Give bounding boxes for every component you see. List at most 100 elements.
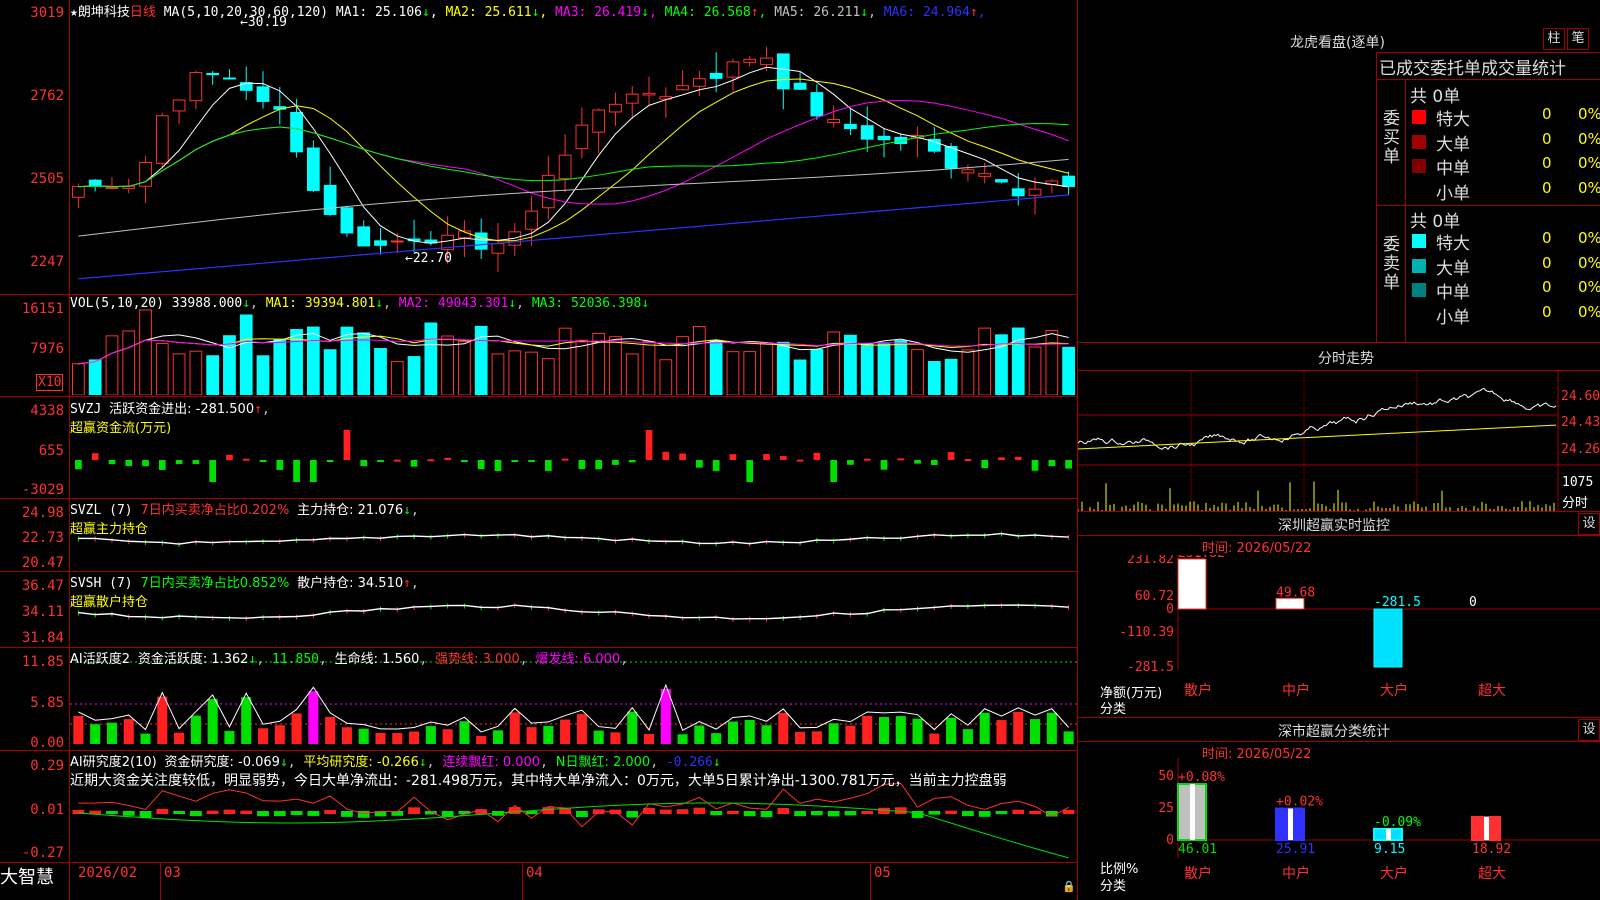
ma-values: MA1: 25.106↓, MA2: 25.611↓, MA3: 26.419↓…	[336, 5, 986, 20]
row-value: 0	[1542, 105, 1552, 123]
brand-label[interactable]: 大智慧	[0, 863, 54, 889]
flow-bar	[964, 459, 972, 462]
class-bar-shine	[1288, 808, 1293, 840]
row-percent: 0%	[1578, 302, 1600, 321]
activity-bar	[627, 711, 638, 744]
research-bar	[978, 811, 991, 817]
class-bar-shine	[1484, 816, 1489, 840]
activity-bar	[727, 721, 738, 744]
activity-bar	[341, 727, 352, 744]
flow-bar	[595, 460, 603, 470]
class-settings-button[interactable]: 设	[1578, 719, 1600, 741]
flow-bar	[847, 460, 854, 465]
activity-bar	[442, 729, 453, 744]
lock-icon[interactable]: 🔒	[1062, 880, 1076, 893]
monitor-settings-button[interactable]: 设	[1578, 513, 1600, 535]
candle-body	[525, 210, 538, 230]
flow-bar	[175, 460, 183, 464]
activity-bar	[795, 731, 806, 744]
flow-bar	[746, 460, 754, 482]
y-tick: 22.73	[21, 530, 64, 546]
volume-bar	[894, 340, 908, 395]
monitor-category: 超大	[1478, 683, 1506, 699]
vol-header: VOL(5,10,20) 33988.000↓, MA1: 39394.801↓…	[70, 296, 650, 311]
sell-group-label: 委卖单	[1383, 235, 1400, 293]
research-bar	[844, 811, 857, 816]
buy-total: 共 0单	[1410, 87, 1461, 107]
volume-bar	[172, 353, 186, 395]
fs-ytick: 24.43	[1561, 415, 1600, 430]
row-label: 小单	[1436, 183, 1470, 204]
class-category: 超大	[1478, 866, 1506, 882]
activity-bar	[828, 723, 839, 744]
candle-body	[877, 135, 891, 141]
research-bar	[928, 811, 941, 815]
stock-name[interactable]: 朗坤科技	[78, 5, 130, 20]
y-tick: 0.01	[30, 802, 64, 818]
svzj-label: SVZJ	[70, 402, 102, 417]
volume-bar	[944, 358, 958, 395]
volume-bar	[642, 341, 656, 395]
ai2-label: AI活跃度2	[70, 652, 130, 667]
period-label[interactable]: 日线	[130, 5, 156, 20]
candle-body	[72, 186, 85, 198]
flow-bar	[427, 459, 435, 462]
svzl-ratio: 7日内买卖净占比0.202%	[140, 503, 290, 518]
monitor-bar-value: 0	[1469, 595, 1477, 610]
row-label: 中单	[1436, 159, 1470, 179]
legend-swatch	[1412, 258, 1426, 273]
class-category: 大户	[1380, 865, 1408, 882]
candle-body	[944, 145, 958, 169]
activity-bar	[476, 735, 487, 744]
row-percent: 0%	[1578, 278, 1600, 296]
candlestick-chart[interactable]: ←30.19←22.70	[70, 0, 1077, 293]
candle-body	[743, 58, 757, 63]
ai2-header: AI活跃度2 资金活跃度: 1.362↓, 11.850, 生命线: 1.560…	[70, 652, 629, 667]
candle-body	[474, 232, 488, 250]
svsh-header: SVSH (7) 7日内买卖净占比0.852% 散户持仓: 34.510↑, 超…	[70, 576, 419, 610]
x-tick-mark	[870, 862, 871, 900]
class-chart[interactable]: 7550250+0.08%46.01散户+0.02%25.91中户-0.09%9…	[1078, 758, 1600, 900]
x-tick: 03	[164, 865, 181, 881]
legend-swatch	[1412, 134, 1426, 149]
fenshi-chart[interactable]	[1078, 371, 1600, 511]
activity-bar	[996, 720, 1007, 744]
candle-body	[827, 118, 841, 124]
activity-bar	[291, 713, 302, 744]
x-tick-mark	[160, 862, 161, 900]
research-bar	[156, 808, 169, 814]
volume-bar	[877, 343, 891, 395]
activity-bar	[660, 689, 671, 744]
candle-body	[390, 240, 404, 243]
volume-bar	[72, 363, 85, 395]
flow-bar	[1065, 460, 1072, 469]
stat-title: 已成交委托单成交量统计	[1379, 59, 1566, 79]
flow-bar	[830, 460, 837, 482]
y-tick: -0.27	[21, 845, 64, 861]
research-bar	[626, 811, 639, 818]
ai3-d: N日飘红: 2.000	[555, 755, 651, 770]
candle-body	[155, 115, 169, 164]
ai3-b: 平均研究度: -0.266	[303, 755, 419, 770]
y-tick: 0.29	[30, 758, 64, 774]
row-label: 特大	[1436, 110, 1470, 130]
research-bar	[324, 810, 337, 814]
activity-bar	[576, 714, 587, 744]
tick-view-button[interactable]: 笔	[1567, 28, 1589, 50]
monitor-title: 深圳超赢实时监控	[1278, 518, 1390, 534]
bar-view-button[interactable]: 柱	[1543, 28, 1565, 50]
volume-bar	[659, 359, 673, 395]
fs-ytick: 24.60	[1561, 389, 1600, 404]
research-bar	[122, 811, 135, 816]
volume-bar	[189, 350, 203, 395]
monitor-time: 时间: 2026/05/22	[1202, 541, 1312, 556]
candle-body	[995, 179, 1008, 183]
divider	[0, 862, 1078, 863]
activity-bar	[962, 729, 973, 744]
volume-bar	[709, 340, 723, 395]
activity-bar	[425, 726, 436, 744]
flow-bar	[696, 460, 703, 468]
svzj-header: SVZJ 活跃资金进出: -281.500↑, 超赢资金流(万元)	[70, 402, 270, 436]
flow-bar	[192, 460, 200, 465]
y-tick: 2247	[30, 254, 64, 270]
